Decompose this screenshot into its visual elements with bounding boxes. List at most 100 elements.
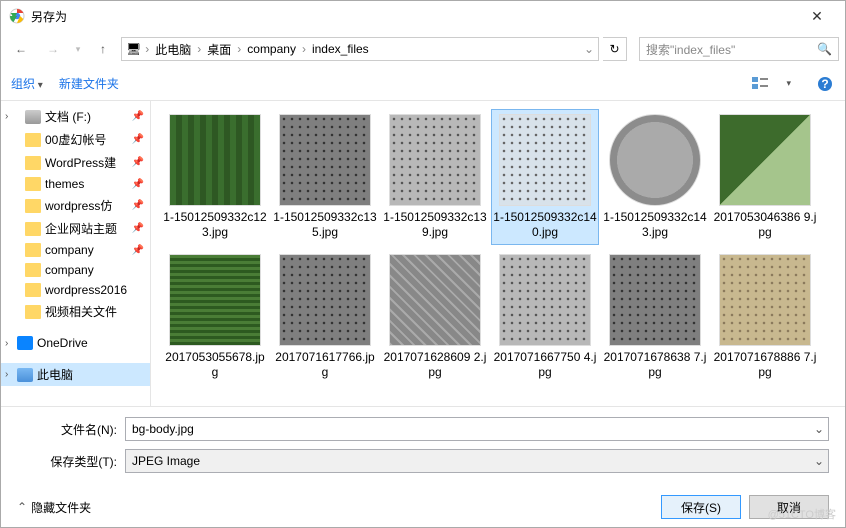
sidebar-item-label: company xyxy=(45,263,94,277)
file-item[interactable]: 2017053055678.jpg xyxy=(161,249,269,385)
chevron-down-icon[interactable]: ⌄ xyxy=(584,42,594,56)
help-button[interactable]: ? xyxy=(815,74,835,94)
file-name-label: 1-15012509332c140.jpg xyxy=(493,210,597,240)
thumbnail-image xyxy=(169,254,261,346)
sidebar-item[interactable]: › 文档 (F:) 📌 xyxy=(1,105,150,128)
watermark: @51CTO博客 xyxy=(768,506,836,522)
sidebar-item-label: 文档 (F:) xyxy=(45,108,91,125)
breadcrumb-item[interactable]: company xyxy=(245,42,298,56)
view-options-button[interactable] xyxy=(750,74,770,94)
search-placeholder: 搜索"index_files" xyxy=(646,41,735,58)
pin-icon: 📌 xyxy=(132,111,144,122)
file-item[interactable]: 2017071667750 4.jpg xyxy=(491,249,599,385)
organize-menu[interactable]: 组织 xyxy=(11,75,43,92)
new-folder-button[interactable]: 新建文件夹 xyxy=(59,75,119,92)
sidebar: ›文档 (F:)📌00虚幻帐号📌WordPress建📌themes📌wordpr… xyxy=(1,101,151,406)
filename-input[interactable]: bg-body.jpg ⌄ xyxy=(125,417,829,441)
sidebar-item[interactable]: wordpress仿📌 xyxy=(1,194,150,217)
sidebar-onedrive[interactable]: › OneDrive xyxy=(1,333,150,353)
sidebar-item[interactable]: wordpress2016 xyxy=(1,280,150,300)
hide-folders-link[interactable]: 隐藏文件夹 xyxy=(31,499,91,516)
pin-icon: 📌 xyxy=(132,200,144,211)
thumbnail-image xyxy=(279,114,371,206)
pin-icon: 📌 xyxy=(132,245,144,256)
pin-icon: 📌 xyxy=(132,157,144,168)
file-item[interactable]: 2017053046386 9.jpg xyxy=(711,109,819,245)
thumbnail-image xyxy=(609,254,701,346)
filetype-select[interactable]: JPEG Image ⌄ xyxy=(125,449,829,473)
file-name-label: 2017071628609 2.jpg xyxy=(383,350,487,380)
sidebar-item[interactable]: themes 📌 xyxy=(1,174,150,194)
file-item[interactable]: 2017071678886 7.jpg xyxy=(711,249,819,385)
filename-label: 文件名(N): xyxy=(17,421,117,438)
folder-icon xyxy=(25,305,41,319)
sidebar-item-label: 企业网站主题 xyxy=(45,220,117,237)
sidebar-item[interactable]: 00虚幻帐号📌 xyxy=(1,128,150,151)
forward-button[interactable]: → xyxy=(39,37,67,61)
navbar: ← → ▾ ↑ 🖥 › 此电脑 › 桌面 › company › index_f… xyxy=(1,31,845,67)
thumbnail-image xyxy=(389,254,481,346)
address-bar[interactable]: 🖥 › 此电脑 › 桌面 › company › index_files ⌄ xyxy=(121,37,599,61)
file-item[interactable]: 2017071617766.jpg xyxy=(271,249,379,385)
sidebar-item-label: themes xyxy=(45,177,84,191)
sidebar-item-label: wordpress2016 xyxy=(45,283,127,297)
save-form: 文件名(N): bg-body.jpg ⌄ 保存类型(T): JPEG Imag… xyxy=(1,406,845,487)
file-name-label: 2017053055678.jpg xyxy=(163,350,267,380)
breadcrumb-item[interactable]: 桌面 xyxy=(205,41,233,58)
folder-icon xyxy=(25,177,41,191)
up-button[interactable]: ↑ xyxy=(89,37,117,61)
chevron-right-icon: › xyxy=(237,42,241,56)
refresh-button[interactable]: ↻ xyxy=(603,37,627,61)
sidebar-item-label: 00虚幻帐号 xyxy=(45,131,106,148)
window-title: 另存为 xyxy=(31,8,67,25)
chevron-right-icon: › xyxy=(5,111,8,122)
folder-icon xyxy=(25,133,41,147)
search-input[interactable]: 搜索"index_files" 🔍 xyxy=(639,37,839,61)
file-item[interactable]: 2017071628609 2.jpg xyxy=(381,249,489,385)
chevron-up-icon[interactable]: ⌃ xyxy=(17,500,27,514)
folder-icon xyxy=(25,283,41,297)
file-name-label: 2017053046386 9.jpg xyxy=(713,210,817,240)
sidebar-item[interactable]: company xyxy=(1,260,150,280)
file-item[interactable]: 1-15012509332c140.jpg xyxy=(491,109,599,245)
breadcrumb-item[interactable]: index_files xyxy=(310,42,371,56)
pin-icon: 📌 xyxy=(132,179,144,190)
sidebar-item-label: company xyxy=(45,243,94,257)
close-button[interactable]: ✕ xyxy=(797,8,837,25)
thumbnail-image xyxy=(609,114,701,206)
chrome-icon xyxy=(9,8,25,24)
file-item[interactable]: 1-15012509332c143.jpg xyxy=(601,109,709,245)
sidebar-item[interactable]: 企业网站主题 📌 xyxy=(1,217,150,240)
sidebar-item[interactable]: company 📌 xyxy=(1,240,150,260)
save-button[interactable]: 保存(S) xyxy=(661,495,741,519)
file-item[interactable]: 1-15012509332c123.jpg xyxy=(161,109,269,245)
file-name-label: 2017071678886 7.jpg xyxy=(713,350,817,380)
recent-dropdown-icon[interactable]: ▾ xyxy=(71,37,85,61)
thumbnail-image xyxy=(499,254,591,346)
sidebar-this-pc[interactable]: › 此电脑 xyxy=(1,363,150,386)
titlebar: 另存为 ✕ xyxy=(1,1,845,31)
file-item[interactable]: 1-15012509332c135.jpg xyxy=(271,109,379,245)
file-name-label: 1-15012509332c139.jpg xyxy=(383,210,487,240)
file-name-label: 1-15012509332c123.jpg xyxy=(163,210,267,240)
folder-icon xyxy=(25,222,41,236)
folder-icon xyxy=(25,263,41,277)
file-name-label: 2017071617766.jpg xyxy=(273,350,377,380)
chevron-down-icon[interactable]: ▾ xyxy=(786,78,791,89)
sidebar-item[interactable]: WordPress建📌 xyxy=(1,151,150,174)
chevron-down-icon[interactable]: ⌄ xyxy=(814,454,824,468)
breadcrumb-item[interactable]: 此电脑 xyxy=(153,41,193,58)
chevron-down-icon[interactable]: ⌄ xyxy=(814,422,824,436)
file-item[interactable]: 1-15012509332c139.jpg xyxy=(381,109,489,245)
file-item[interactable]: 2017071678638 7.jpg xyxy=(601,249,709,385)
back-button[interactable]: ← xyxy=(7,37,35,61)
file-name-label: 1-15012509332c135.jpg xyxy=(273,210,377,240)
search-icon: 🔍 xyxy=(817,42,832,56)
pin-icon: 📌 xyxy=(132,223,144,234)
sidebar-item[interactable]: 视频相关文件 xyxy=(1,300,150,323)
thumbnail-image xyxy=(499,114,591,206)
onedrive-icon xyxy=(17,336,33,350)
chevron-right-icon: › xyxy=(145,42,149,56)
pc-icon xyxy=(17,368,33,382)
chevron-right-icon: › xyxy=(5,338,8,349)
